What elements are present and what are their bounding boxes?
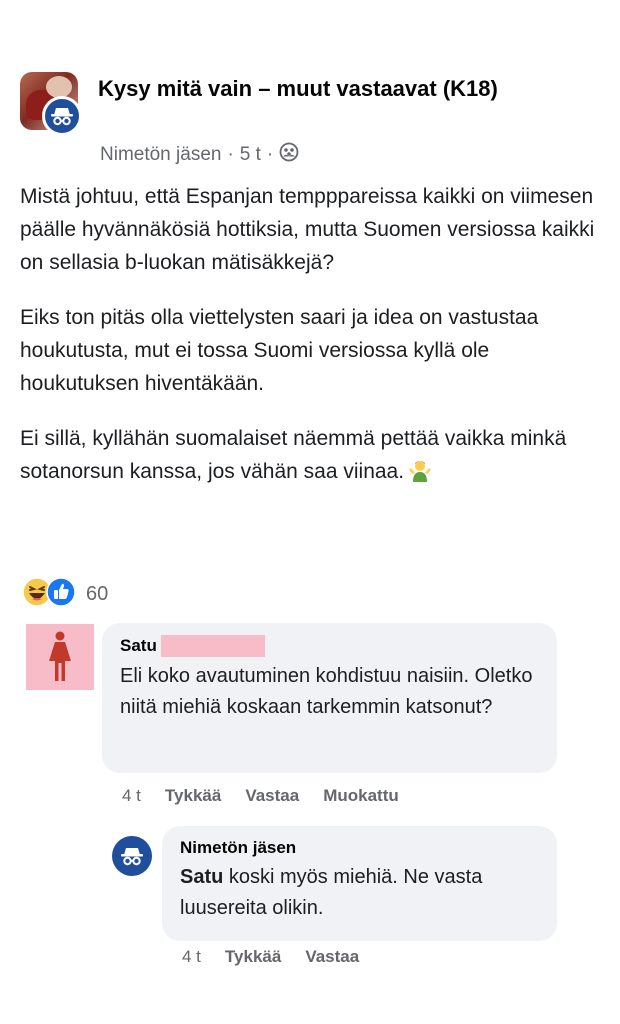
post-author[interactable]: Nimetön jäsen: [100, 144, 221, 166]
comment-actions: 4 t Tykkää Vastaa Muokattu: [122, 786, 399, 806]
comment-author[interactable]: Satu: [120, 635, 539, 657]
post-paragraph-3: Ei sillä, kyllähän suomalaiset näemmä pe…: [20, 422, 600, 488]
reaction-count: 60: [86, 583, 109, 605]
reply-reply-button[interactable]: Vastaa: [305, 947, 359, 967]
post-paragraph-2: Eiks ton pitäs olla viettelysten saari j…: [20, 306, 539, 395]
like-button[interactable]: Tykkää: [165, 786, 221, 806]
group-icon: [279, 142, 299, 168]
post-paragraph-3-text: Ei sillä, kyllähän suomalaiset näemmä pe…: [20, 427, 567, 483]
female-figure-icon: [49, 631, 71, 681]
reply-like-button[interactable]: Tykkää: [225, 947, 281, 967]
anonymous-member-icon: [42, 96, 82, 136]
reply-text-body: koski myös miehiä. Ne vasta luusereita o…: [180, 866, 483, 919]
commenter-avatar[interactable]: [26, 624, 94, 690]
reply-bubble: Nimetön jäsen Satu koski myös miehiä. Ne…: [162, 826, 557, 941]
mention-link[interactable]: Satu: [180, 866, 223, 888]
comment-time[interactable]: 4 t: [122, 786, 141, 806]
comment-text: Eli koko avautuminen kohdistuu naisiin. …: [120, 665, 533, 718]
anonymous-member-icon[interactable]: [112, 836, 152, 876]
redacted-name: [160, 635, 265, 657]
reply-text: Satu koski myös miehiä. Ne vasta luusere…: [180, 862, 539, 924]
meta-separator-2: ·: [266, 144, 274, 165]
post-paragraph-1: Mistä johtuu, että Espanjan tempppareiss…: [20, 185, 595, 274]
reply-actions: 4 t Tykkää Vastaa: [182, 947, 359, 967]
reply-button[interactable]: Vastaa: [245, 786, 299, 806]
comment-bubble: Satu Eli koko avautuminen kohdistuu nais…: [102, 623, 557, 773]
post-meta: Nimetön jäsen · 5 t ·: [100, 142, 299, 168]
post-body: Mistä johtuu, että Espanjan tempppareiss…: [20, 180, 600, 510]
reply-author[interactable]: Nimetön jäsen: [180, 838, 539, 858]
meta-separator: ·: [227, 144, 234, 165]
edited-label[interactable]: Muokattu: [323, 786, 399, 806]
reply-time[interactable]: 4 t: [182, 947, 201, 967]
like-reaction-icon: [46, 577, 76, 612]
reactions-summary[interactable]: 60: [22, 577, 108, 612]
comment-author-name[interactable]: Satu: [120, 636, 157, 656]
person-shrugging-emoji-icon: [408, 458, 432, 482]
group-name-link[interactable]: Kysy mitä vain – muut vastaavat (K18): [98, 72, 538, 105]
post-time[interactable]: 5 t: [240, 144, 261, 166]
